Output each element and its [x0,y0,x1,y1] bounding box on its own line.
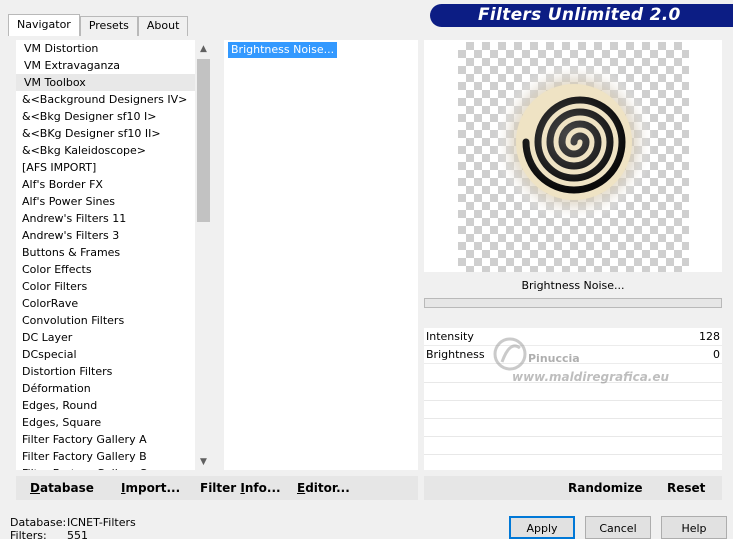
category-item[interactable]: Filter Factory Gallery B [16,448,212,465]
database-value: ICNET-Filters [67,516,136,529]
import-button[interactable]: Import... [121,476,180,500]
filter-item-brightness-noise[interactable]: Brightness Noise... [228,42,338,58]
category-item[interactable]: Alf's Power Sines [16,193,212,210]
param-label: Brightness [426,348,485,361]
category-item[interactable]: Alf's Border FX [16,176,212,193]
category-list[interactable]: VM Distortion VM Extravaganza VM Toolbox &<… [16,40,212,470]
divider [424,418,722,419]
divider [424,454,722,455]
cancel-button[interactable]: Cancel [585,516,651,539]
category-item[interactable]: [AFS IMPORT] [16,159,212,176]
category-item[interactable]: DCspecial [16,346,212,363]
category-item[interactable]: Buttons & Frames [16,244,212,261]
category-item[interactable]: Filter Factory Gallery A [16,431,212,448]
app-title-banner: Filters Unlimited 2.0 [430,4,733,27]
divider [424,400,722,401]
status-area: Database: ICNET-Filters Filters: 551 [10,516,136,539]
category-item[interactable]: Convolution Filters [16,312,212,329]
filter-list[interactable]: Brightness Noise... [224,40,418,470]
category-item[interactable]: Color Effects [16,261,212,278]
category-item[interactable]: Andrew's Filters 3 [16,227,212,244]
scroll-thumb[interactable] [197,59,210,222]
progress-bar [424,298,722,308]
randomize-button[interactable]: Randomize [568,476,642,500]
category-item[interactable]: Distortion Filters [16,363,212,380]
tab-navigator[interactable]: Navigator [8,14,80,36]
category-item[interactable]: VM Distortion [16,40,212,57]
tab-presets[interactable]: Presets [79,16,138,36]
category-item[interactable]: Color Filters [16,278,212,295]
apply-button[interactable]: Apply [509,516,575,539]
help-button[interactable]: Help [661,516,727,539]
category-item[interactable]: Filter Factory Gallery C [16,465,212,470]
filter-info-button[interactable]: Filter Info... [200,476,281,500]
database-label: Database: [10,516,67,529]
preview-spiral-image [494,62,654,222]
category-item[interactable]: &<Bkg Designer sf10 I> [16,108,212,125]
param-value: 128 [699,330,720,343]
category-item[interactable]: Andrew's Filters 11 [16,210,212,227]
preview-panel [424,40,722,272]
param-label: Intensity [426,330,474,343]
editor-button[interactable]: Editor... [297,476,350,500]
category-item[interactable]: Edges, Round [16,397,212,414]
left-button-bar: Database Import... Filter Info... Editor… [16,476,418,500]
category-item[interactable]: DC Layer [16,329,212,346]
scroll-down-icon[interactable]: ▼ [195,453,212,470]
database-button[interactable]: Database [30,476,94,500]
param-row-brightness[interactable]: Brightness 0 [424,346,722,364]
filters-count-value: 551 [67,529,88,539]
category-item[interactable]: VM Toolbox [16,74,212,91]
category-item[interactable]: Edges, Square [16,414,212,431]
category-item[interactable]: &<Background Designers IV> [16,91,212,108]
category-item[interactable]: ColorRave [16,295,212,312]
preview-filter-name: Brightness Noise... [424,275,722,297]
param-row-intensity[interactable]: Intensity 128 [424,328,722,346]
category-item[interactable]: VM Extravaganza [16,57,212,74]
scroll-up-icon[interactable]: ▲ [195,40,212,57]
divider [424,382,722,383]
category-scrollbar[interactable]: ▲ ▼ [195,40,212,470]
divider [424,436,722,437]
category-item[interactable]: &<Bkg Kaleidoscope> [16,142,212,159]
category-item[interactable]: &<BKg Designer sf10 II> [16,125,212,142]
tab-bar: Navigator Presets About [8,14,189,36]
right-button-bar: Randomize Reset [424,476,722,500]
param-value: 0 [713,348,720,361]
tab-about[interactable]: About [137,16,189,36]
filters-count-label: Filters: [10,529,47,539]
category-item[interactable]: Déformation [16,380,212,397]
parameter-panel: Intensity 128 Brightness 0 [424,328,722,470]
reset-button[interactable]: Reset [667,476,705,500]
